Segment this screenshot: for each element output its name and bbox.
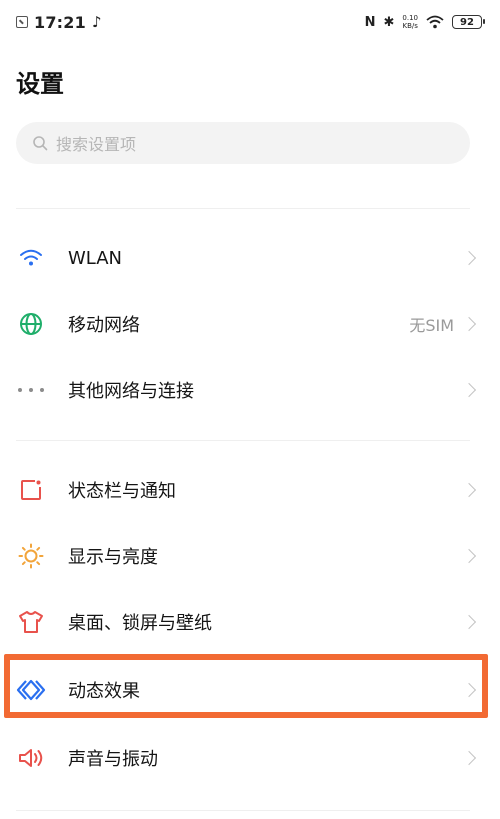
settings-item-label: 桌面、锁屏与壁纸: [68, 613, 212, 634]
settings-screen: 17:21 ♪ N ✱ 0.10 KB/s 92 设置 搜索设置项 WLAN 移…: [0, 0, 500, 819]
section-divider: [16, 810, 470, 811]
sun-icon: [16, 541, 46, 571]
nfc-icon: N: [364, 14, 376, 30]
more-dots-icon: [16, 375, 46, 405]
section-divider: [16, 208, 470, 209]
search-input[interactable]: 搜索设置项: [16, 122, 470, 164]
bluetooth-icon: ✱: [383, 14, 395, 30]
settings-item-label: 移动网络: [68, 315, 140, 336]
chevron-right-icon: [461, 548, 477, 564]
globe-icon: [16, 309, 46, 339]
settings-item-label: 其他网络与连接: [68, 381, 194, 402]
settings-item-wlan[interactable]: WLAN: [0, 225, 500, 291]
chevron-right-icon: [461, 682, 477, 698]
battery-icon: 92: [452, 15, 485, 29]
chevron-right-icon: [461, 316, 477, 332]
settings-item-sound-vibration[interactable]: 声音与振动: [0, 725, 500, 791]
notification-icon: [16, 16, 28, 28]
wifi-signal-icon: [426, 15, 444, 29]
network-speed-unit: KB/s: [402, 22, 418, 30]
network-speed: 0.10 KB/s: [402, 14, 418, 30]
status-bar-icon: [16, 475, 46, 505]
settings-item-label: 动态效果: [68, 681, 140, 702]
diamond-icon: [16, 675, 46, 705]
status-bar: 17:21 ♪ N ✱ 0.10 KB/s 92: [0, 0, 500, 44]
settings-item-value: 无SIM: [409, 316, 454, 335]
chevron-right-icon: [461, 750, 477, 766]
settings-item-mobile-network[interactable]: 移动网络 无SIM: [0, 291, 500, 357]
wifi-icon: [16, 243, 46, 273]
settings-item-display-brightness[interactable]: 显示与亮度: [0, 523, 500, 589]
chevron-right-icon: [461, 250, 477, 266]
search-placeholder: 搜索设置项: [56, 135, 137, 154]
section-divider: [16, 440, 470, 441]
settings-item-status-bar-notifications[interactable]: 状态栏与通知: [0, 457, 500, 523]
status-time: 17:21: [34, 12, 86, 32]
network-speed-value: 0.10: [402, 14, 418, 22]
tiktok-icon: ♪: [91, 13, 102, 31]
speaker-icon: [16, 743, 46, 773]
search-icon: [33, 136, 48, 151]
shirt-icon: [16, 607, 46, 637]
chevron-right-icon: [461, 482, 477, 498]
settings-item-animation-effects[interactable]: 动态效果: [0, 657, 500, 723]
page-title: 设置: [16, 70, 64, 98]
status-bar-right: N ✱ 0.10 KB/s 92: [364, 14, 485, 30]
settings-item-label: WLAN: [68, 247, 123, 269]
settings-item-label: 显示与亮度: [68, 547, 158, 568]
chevron-right-icon: [461, 382, 477, 398]
settings-item-other-networks[interactable]: 其他网络与连接: [0, 357, 500, 423]
settings-item-label: 声音与振动: [68, 749, 158, 770]
settings-item-label: 状态栏与通知: [68, 481, 176, 502]
settings-item-desktop-lockscreen-wallpaper[interactable]: 桌面、锁屏与壁纸: [0, 589, 500, 655]
chevron-right-icon: [461, 614, 477, 630]
status-bar-left: 17:21 ♪: [16, 13, 102, 32]
